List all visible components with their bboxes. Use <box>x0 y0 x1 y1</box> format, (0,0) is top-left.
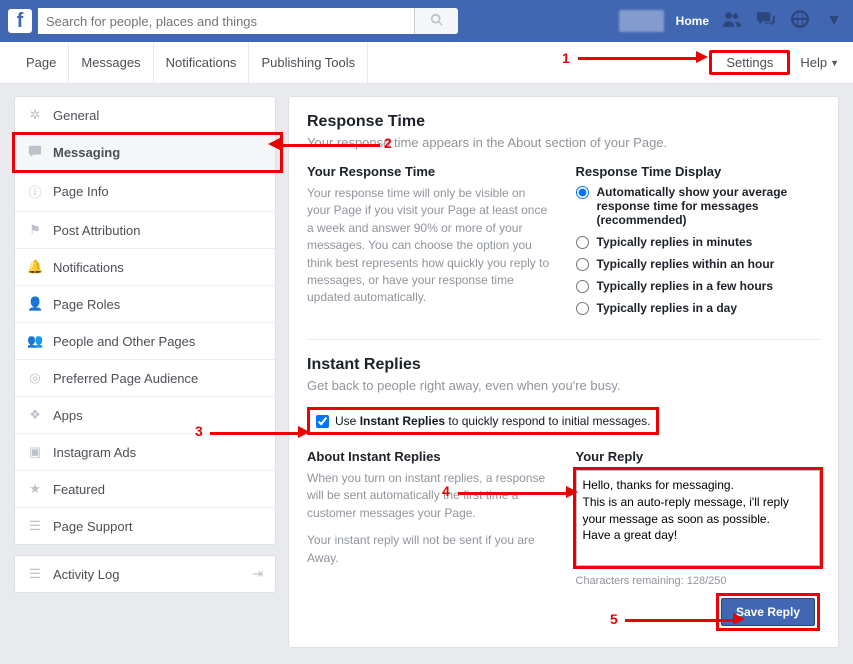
sidebar-item-messaging[interactable]: Messaging <box>15 134 275 172</box>
instant-replies-checkbox-row[interactable]: Use Instant Replies to quickly respond t… <box>307 407 659 435</box>
section-title-instant-replies: Instant Replies <box>307 356 820 374</box>
sidebar-item-label: People and Other Pages <box>53 334 195 349</box>
search-input[interactable] <box>38 8 414 34</box>
radio-label: Typically replies in a few hours <box>597 279 774 293</box>
reply-textarea[interactable] <box>576 470 821 566</box>
sidebar-item-label: Notifications <box>53 260 124 275</box>
section-sub-instant: Get back to people right away, even when… <box>307 378 820 393</box>
radio-day[interactable]: Typically replies in a day <box>576 301 821 315</box>
sidebar-item-instagram[interactable]: ▣ Instagram Ads <box>15 434 275 471</box>
tab-messages[interactable]: Messages <box>69 42 153 84</box>
section-sub: Your response time appears in the About … <box>307 135 820 150</box>
radio-label: Automatically show your average response… <box>597 185 821 227</box>
search-button[interactable] <box>414 8 458 34</box>
facebook-logo-icon[interactable]: f <box>8 9 32 33</box>
top-bar: f Home ▼ <box>0 0 853 42</box>
radio-input[interactable] <box>576 236 589 249</box>
sidebar-item-apps[interactable]: ❖ Apps <box>15 397 275 434</box>
section-title-response-time: Response Time <box>307 113 820 131</box>
sidebar-item-label: Page Info <box>53 184 109 199</box>
radio-input[interactable] <box>576 302 589 315</box>
person-icon: 👤 <box>27 296 43 312</box>
sidebar-item-label: Post Attribution <box>53 223 140 238</box>
sidebar-item-page-info[interactable]: ⓘ Page Info <box>15 172 275 212</box>
topbar-right: Home ▼ <box>619 10 845 33</box>
sidebar-item-label: Page Support <box>53 519 133 534</box>
flag-icon: ⚑ <box>27 222 43 238</box>
sidebar-item-page-roles[interactable]: 👤 Page Roles <box>15 286 275 323</box>
sidebar-item-general[interactable]: ✲ General <box>15 97 275 134</box>
settings-sidebar: ✲ General Messaging ⓘ Page Info ⚑ Post A… <box>14 96 276 648</box>
instant-replies-checkbox[interactable] <box>316 415 329 428</box>
radio-auto[interactable]: Automatically show your average response… <box>576 185 821 227</box>
radio-label: Typically replies in minutes <box>597 235 753 249</box>
sidebar-item-post-attribution[interactable]: ⚑ Post Attribution <box>15 212 275 249</box>
instagram-icon: ▣ <box>27 444 43 460</box>
account-dropdown-icon[interactable]: ▼ <box>823 12 845 30</box>
main-panel: Response Time Your response time appears… <box>288 96 839 648</box>
list-icon: ☰ <box>27 566 43 582</box>
search-wrap <box>38 8 458 34</box>
sidebar-item-label: Apps <box>53 408 83 423</box>
globe-icon[interactable] <box>789 10 811 33</box>
chevron-down-icon: ▼ <box>830 58 839 68</box>
home-link[interactable]: Home <box>676 14 709 28</box>
search-icon <box>430 13 444 30</box>
sidebar-item-label: Featured <box>53 482 105 497</box>
radio-input[interactable] <box>576 280 589 293</box>
sidebar-item-label: General <box>53 108 99 123</box>
people-icon: 👥 <box>27 333 43 349</box>
sidebar-item-label: Instagram Ads <box>53 445 136 460</box>
radio-minutes[interactable]: Typically replies in minutes <box>576 235 821 249</box>
your-reply-title: Your Reply <box>576 449 821 464</box>
about-instant-note: Your instant reply will not be sent if y… <box>307 532 552 567</box>
sidebar-item-notifications[interactable]: 🔔 Notifications <box>15 249 275 286</box>
friend-requests-icon[interactable] <box>721 10 743 33</box>
chat-icon <box>27 144 43 161</box>
support-icon: ☰ <box>27 518 43 534</box>
info-icon: ⓘ <box>27 182 43 201</box>
about-instant-text: When you turn on instant replies, a resp… <box>307 470 552 522</box>
radio-label: Typically replies within an hour <box>597 257 775 271</box>
char-remaining: Characters remaining: 128/250 <box>576 575 821 587</box>
your-response-time-text: Your response time will only be visible … <box>307 185 552 307</box>
radio-label: Typically replies in a day <box>597 301 738 315</box>
sidebar-item-people[interactable]: 👥 People and Other Pages <box>15 323 275 360</box>
apps-icon: ❖ <box>27 407 43 423</box>
sidebar-item-label: Preferred Page Audience <box>53 371 198 386</box>
sidebar-item-featured[interactable]: ★ Featured <box>15 471 275 508</box>
tab-page[interactable]: Page <box>14 42 69 84</box>
radio-hour[interactable]: Typically replies within an hour <box>576 257 821 271</box>
radio-fewhours[interactable]: Typically replies in a few hours <box>576 279 821 293</box>
sidebar-item-label: Activity Log <box>53 567 119 582</box>
tab-notifications[interactable]: Notifications <box>154 42 250 84</box>
messages-icon[interactable] <box>755 10 777 33</box>
response-display-title: Response Time Display <box>576 164 821 179</box>
tab-settings[interactable]: Settings <box>716 51 783 74</box>
bell-icon: 🔔 <box>27 259 43 275</box>
sidebar-item-activity-log[interactable]: ☰ Activity Log ⇥ <box>15 556 275 592</box>
about-instant-title: About Instant Replies <box>307 449 552 464</box>
annotation-highlight-save: Save Reply <box>716 593 820 631</box>
gear-icon: ✲ <box>27 107 43 123</box>
tab-publishing-tools[interactable]: Publishing Tools <box>249 42 368 84</box>
tab-help[interactable]: Help▼ <box>800 55 839 70</box>
annotation-highlight-settings: Settings <box>709 50 790 75</box>
your-response-time-title: Your Response Time <box>307 164 552 179</box>
arrow-right-icon: ⇥ <box>252 566 263 582</box>
star-icon: ★ <box>27 481 43 497</box>
radio-input[interactable] <box>576 258 589 271</box>
content-area: ✲ General Messaging ⓘ Page Info ⚑ Post A… <box>0 84 853 660</box>
sidebar-item-preferred-audience[interactable]: ◎ Preferred Page Audience <box>15 360 275 397</box>
save-reply-button[interactable]: Save Reply <box>721 598 815 626</box>
target-icon: ◎ <box>27 370 43 386</box>
radio-input[interactable] <box>576 186 589 199</box>
page-tabbar: Page Messages Notifications Publishing T… <box>0 42 853 84</box>
avatar[interactable] <box>619 10 664 32</box>
sidebar-item-label: Page Roles <box>53 297 120 312</box>
sidebar-item-page-support[interactable]: ☰ Page Support <box>15 508 275 544</box>
sidebar-item-label: Messaging <box>53 145 120 160</box>
checkbox-label: Use Instant Replies to quickly respond t… <box>335 414 650 428</box>
